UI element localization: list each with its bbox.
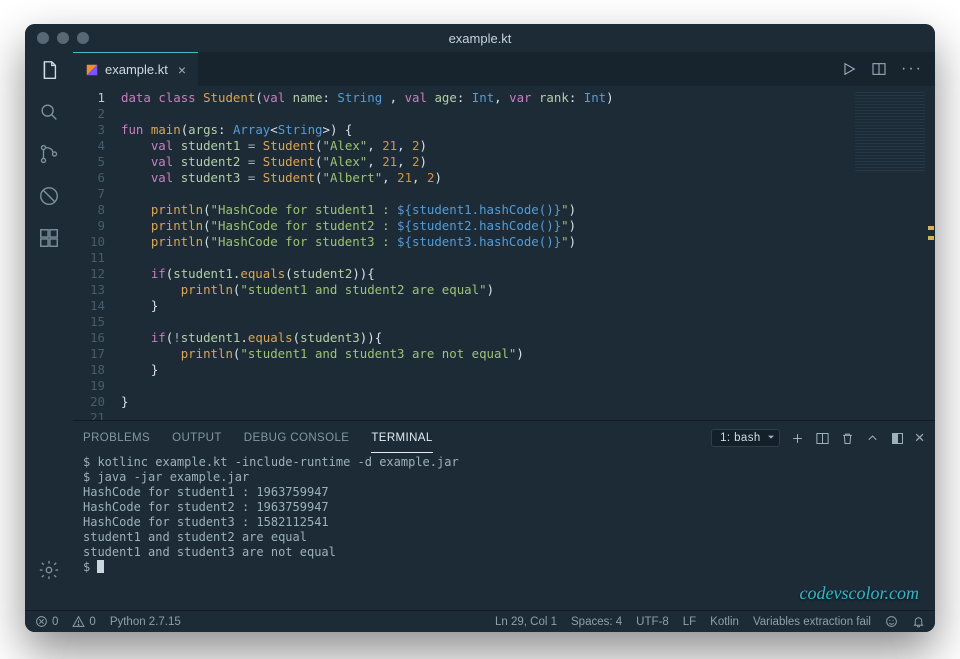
window-title: example.kt [25,31,935,46]
status-warnings-count: 0 [89,616,95,628]
split-editor-icon[interactable] [871,61,887,77]
status-message[interactable]: Variables extraction fail [753,616,871,628]
titlebar: example.kt [25,24,935,52]
split-terminal-icon[interactable] [815,431,830,446]
panel-tab-terminal[interactable]: TERMINAL [371,424,432,453]
status-indentation[interactable]: Spaces: 4 [571,616,622,628]
source-control-icon[interactable] [37,142,61,166]
new-terminal-icon[interactable] [790,431,805,446]
notifications-icon[interactable] [912,615,925,628]
status-eol[interactable]: LF [683,616,696,628]
kotlin-file-icon [85,63,99,77]
code-body[interactable]: data class Student(val name: String , va… [121,90,935,420]
explorer-icon[interactable] [37,58,61,82]
watermark-text: codevscolor.com [800,583,919,604]
close-tab-icon[interactable]: × [178,62,186,78]
editor-area: 123456789101112131415161718192021 data c… [73,86,935,420]
status-errors-count: 0 [52,616,58,628]
panel-tab-problems[interactable]: PROBLEMS [83,424,150,452]
tab-filename: example.kt [105,62,168,77]
terminal-selector[interactable]: 1: bash [711,429,780,447]
line-number-gutter: 123456789101112131415161718192021 [73,90,121,420]
editor-actions: ··· [841,52,935,86]
status-encoding[interactable]: UTF-8 [636,616,669,628]
panel-tab-bar: PROBLEMS OUTPUT DEBUG CONSOLE TERMINAL 1… [73,421,935,455]
app-window: example.kt [25,24,935,632]
status-errors[interactable]: 0 [35,615,58,628]
minimap[interactable] [855,92,925,172]
kill-terminal-icon[interactable] [840,431,855,446]
overview-ruler [927,86,935,420]
status-interpreter[interactable]: Python 2.7.15 [110,616,181,628]
panel-tab-output[interactable]: OUTPUT [172,424,222,452]
toggle-panel-icon[interactable] [890,431,905,446]
tab-bar: example.kt × ··· [73,52,935,86]
maximize-panel-icon[interactable] [865,431,880,446]
editor-tab[interactable]: example.kt × [73,52,198,86]
status-language[interactable]: Kotlin [710,616,739,628]
close-panel-icon[interactable]: × [915,428,925,448]
debug-icon[interactable] [37,184,61,208]
code-editor[interactable]: 123456789101112131415161718192021 data c… [73,86,935,420]
more-actions-icon[interactable]: ··· [901,60,923,78]
status-bar: 0 0 Python 2.7.15 Ln 29, Col 1 Spaces: 4… [25,610,935,632]
panel-tab-debug-console[interactable]: DEBUG CONSOLE [244,424,350,452]
status-warnings[interactable]: 0 [72,615,95,628]
feedback-icon[interactable] [885,615,898,628]
bottom-panel: PROBLEMS OUTPUT DEBUG CONSOLE TERMINAL 1… [73,420,935,610]
search-icon[interactable] [37,100,61,124]
settings-icon[interactable] [37,558,61,582]
run-icon[interactable] [841,61,857,77]
activity-bar [25,52,73,610]
status-cursor-pos[interactable]: Ln 29, Col 1 [495,616,557,628]
extensions-icon[interactable] [37,226,61,250]
